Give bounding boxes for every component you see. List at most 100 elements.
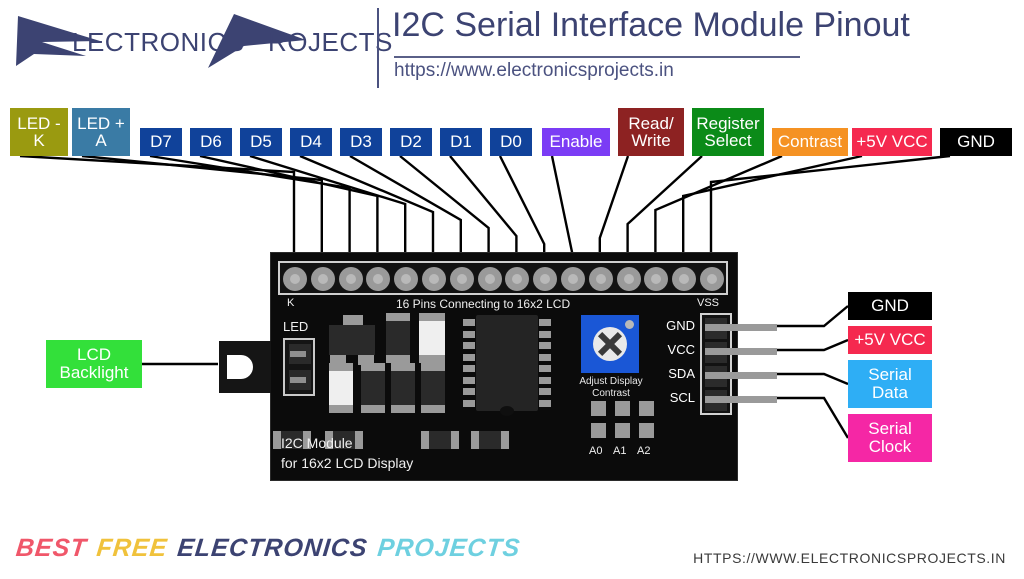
pinout-diagram: LECTRONICS ROJECTS I2C Serial Interface … [0, 0, 1024, 579]
i2c-stub-sda [705, 372, 777, 379]
ic-leg [463, 399, 475, 407]
resistor-r1 [386, 313, 410, 363]
i2c-stub-scl [705, 396, 777, 403]
ic-leg [539, 399, 551, 407]
jumper-pad-a1[interactable] [615, 401, 630, 416]
line-i2c-vcc [776, 338, 849, 352]
lcd-pin-5 [394, 267, 419, 291]
pin-label-d3[interactable]: D3 [340, 128, 382, 156]
lcd-pin-2 [310, 267, 335, 291]
i2c-silk-scl: SCL [669, 390, 695, 405]
lcd-pin-12 [588, 267, 613, 291]
i2c-silk-gnd: GND [666, 318, 695, 333]
pin-label-contrast[interactable]: Contrast [772, 128, 848, 156]
ic-leg [463, 342, 475, 349]
pin-label-+5vvcc[interactable]: +5V VCC [852, 128, 932, 156]
footer-url: HTTPS://WWW.ELECTRONICSPROJECTS.IN [693, 550, 1006, 566]
ic-leg [539, 342, 551, 349]
i2c-silk-sda: SDA [668, 366, 695, 381]
ic-leg [539, 376, 551, 384]
pin-label-d2[interactable]: D2 [390, 128, 432, 156]
lcd-pin-7 [449, 267, 474, 291]
jumper-pad-a2[interactable] [639, 401, 654, 416]
i2c-label-serialclock[interactable]: Serial Clock [848, 414, 932, 462]
resistor-r3 [329, 363, 353, 413]
pin-label-d6[interactable]: D6 [190, 128, 232, 156]
resistor-r4 [361, 363, 385, 413]
resistor-r9 [421, 431, 459, 449]
line-i2c-scl [776, 396, 850, 439]
ic-leg [539, 319, 551, 326]
pin-label-registerselect[interactable]: Register Select [692, 108, 764, 156]
i2c-label-gnd[interactable]: GND [848, 292, 932, 320]
silk-line-1: I2C Module [281, 435, 353, 451]
line-to-pin-14 [654, 154, 783, 262]
jumper-pad-a0[interactable] [591, 401, 606, 416]
i2c-stub-vcc [705, 348, 777, 355]
label-lcd-backlight[interactable]: LCD Backlight [46, 340, 142, 388]
pin-label-gnd[interactable]: GND [940, 128, 1012, 156]
line-to-pin-8 [399, 155, 490, 262]
led-slot-2 [289, 370, 311, 390]
pin-label-d7[interactable]: D7 [140, 128, 182, 156]
jumper-label-a2: A2 [637, 445, 651, 457]
contrast-potentiometer[interactable] [581, 315, 639, 373]
footer-word-electronics: ELECTRONICS [175, 534, 370, 562]
line-to-pin-12 [598, 155, 630, 262]
resistor-r6 [421, 363, 445, 413]
ic-leg [463, 388, 475, 395]
line-to-pin-3 [149, 154, 351, 262]
led-slot-1 [289, 344, 311, 364]
ic-leg [539, 365, 551, 372]
pin-label-ledk[interactable]: LED - K [10, 108, 68, 156]
i2c-silk-vcc: VCC [667, 342, 695, 357]
ic-leg [463, 353, 475, 361]
i2c-stub-gnd [705, 324, 777, 331]
pin-label-d4[interactable]: D4 [290, 128, 332, 156]
ic-leg [463, 365, 475, 372]
silk-line-2: for 16x2 LCD Display [281, 455, 414, 471]
pcf8574-ic [476, 315, 538, 416]
ic-leg [539, 388, 551, 395]
i2c-label-serialdata[interactable]: Serial Data [848, 360, 932, 408]
pin-label-readwrite[interactable]: Read/ Write [618, 108, 684, 156]
lcd-pin-6 [422, 267, 446, 291]
transistor-q1 [329, 315, 375, 365]
line-to-pin-13 [626, 155, 703, 262]
footer-word-projects: PROJECTS [376, 534, 522, 562]
lcd-pin-11 [561, 267, 585, 291]
lcd-pin-8 [477, 267, 502, 291]
lcd-pin-9 [505, 267, 530, 291]
jumper-pad-a0[interactable] [591, 423, 606, 438]
lcd-pin-13 [616, 267, 641, 291]
line-to-pin-10 [498, 155, 546, 262]
pin-label-k: K [287, 297, 295, 309]
backlight-jumper-connector [219, 341, 271, 393]
led-silk-label: LED [283, 319, 309, 334]
pin-label-led+a[interactable]: LED + A [72, 108, 130, 156]
jumper-pad-a1[interactable] [615, 423, 630, 438]
pin-label-enable[interactable]: Enable [542, 128, 610, 156]
pin-label-d0[interactable]: D0 [490, 128, 532, 156]
pin-label-d1[interactable]: D1 [440, 128, 482, 156]
pot-caption: Adjust Display Contrast [579, 376, 643, 399]
ic-leg [463, 319, 475, 326]
pot-marker-dot [625, 320, 634, 329]
lcd-pin-3 [338, 267, 363, 291]
header-caption: 16 Pins Connecting to 16x2 LCD [396, 297, 571, 311]
pin-label-vss: VSS [697, 297, 720, 309]
lcd-pin-16 [700, 267, 724, 291]
jumper-pad-a2[interactable] [639, 423, 654, 438]
lcd-pin-header [278, 261, 728, 295]
ic-leg [539, 330, 551, 338]
lcd-pin-10 [533, 267, 558, 291]
ic-leg [539, 353, 551, 361]
pin-label-d5[interactable]: D5 [240, 128, 282, 156]
resistor-r2 [419, 313, 445, 363]
pot-screw-head-icon [593, 327, 627, 361]
footer-word-free: FREE [95, 534, 169, 562]
lcd-pin-4 [366, 267, 391, 291]
i2c-label-+5vvcc[interactable]: +5V VCC [848, 326, 932, 354]
line-to-pin-11 [550, 155, 574, 262]
lcd-pin-15 [672, 267, 697, 291]
